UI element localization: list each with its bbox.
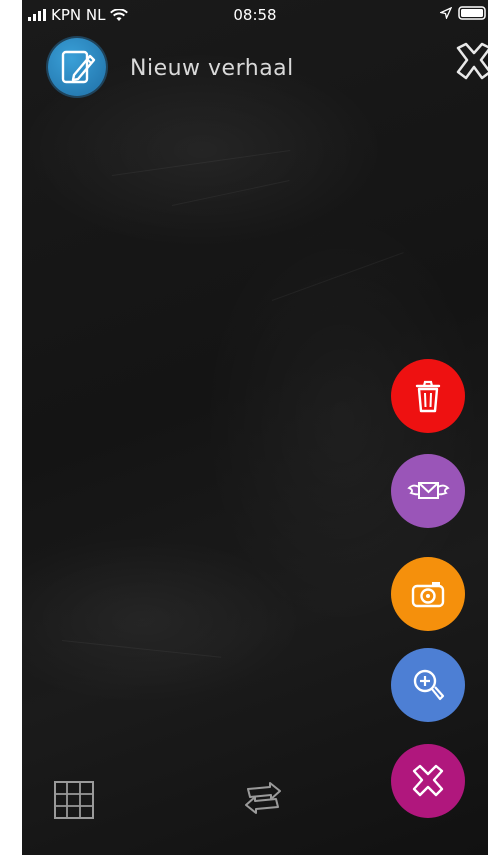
swap-arrows-icon xyxy=(245,782,281,814)
chalk-smudge xyxy=(271,252,404,301)
chalk-smudge xyxy=(111,149,291,176)
status-bar: KPN NL 08:58 xyxy=(22,0,488,30)
cancel-button[interactable] xyxy=(391,744,465,818)
winged-envelope-icon xyxy=(407,482,450,499)
close-button[interactable] xyxy=(452,40,488,84)
close-x-icon xyxy=(456,42,488,80)
camera-icon xyxy=(411,582,445,608)
page-title: Nieuw verhaal xyxy=(130,56,294,81)
swap-button[interactable] xyxy=(240,777,286,823)
battery-icon xyxy=(458,6,486,20)
chalk-smudge xyxy=(171,180,290,206)
magnifier-plus-icon xyxy=(413,669,445,701)
header: Nieuw verhaal xyxy=(22,30,488,110)
grid-button[interactable] xyxy=(52,779,96,821)
location-arrow-icon xyxy=(440,7,452,19)
new-story-app-icon[interactable] xyxy=(48,38,106,96)
camera-button[interactable] xyxy=(391,557,465,631)
status-time: 08:58 xyxy=(233,6,277,24)
send-button[interactable] xyxy=(391,454,465,528)
edit-note-icon xyxy=(61,50,96,84)
trash-icon xyxy=(415,380,441,413)
grid-icon xyxy=(54,781,94,819)
chalkboard-canvas[interactable]: KPN NL 08:58 Nieuw verhaal xyxy=(22,0,488,855)
chalk-smudge xyxy=(61,640,222,658)
cancel-x-icon xyxy=(412,764,444,797)
status-right xyxy=(440,6,488,20)
zoom-button[interactable] xyxy=(391,648,465,722)
delete-button[interactable] xyxy=(391,359,465,433)
